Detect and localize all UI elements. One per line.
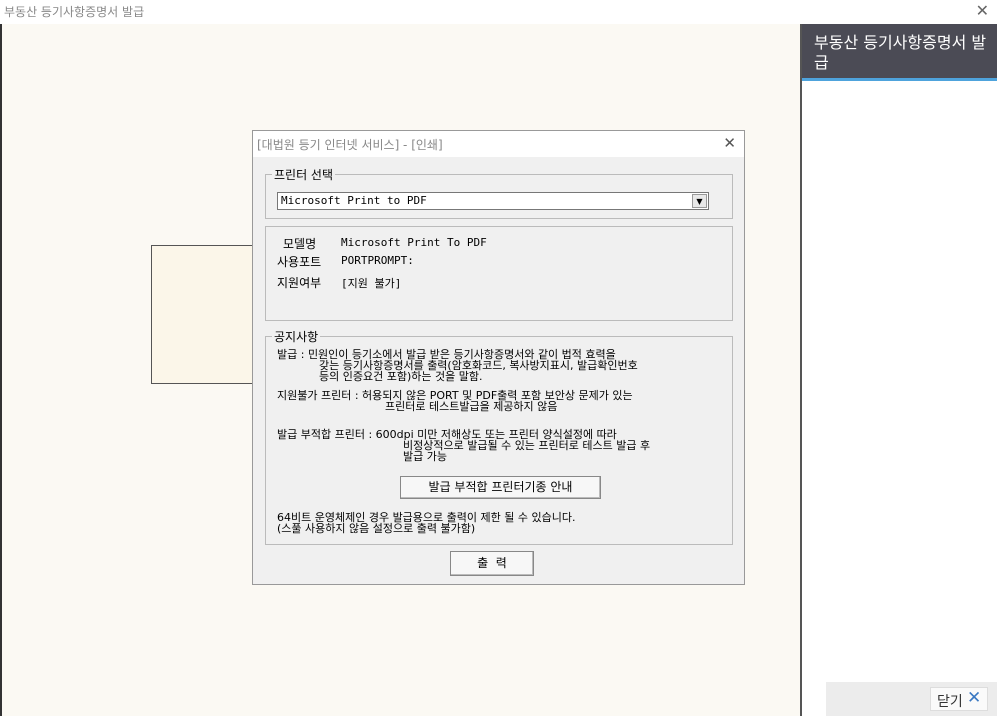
dialog-close-icon[interactable]: ✕	[723, 134, 736, 152]
printer-dropdown[interactable]: Microsoft Print to PDF ▼	[277, 192, 709, 210]
close-icon: ✕	[967, 688, 982, 708]
notice-unsuitable-line3: 발급 가능	[403, 450, 447, 463]
chevron-down-icon[interactable]: ▼	[692, 194, 707, 208]
document-preview-box	[151, 245, 253, 384]
dialog-titlebar: [대법원 등기 인터넷 서비스] - [인쇄] ✕	[253, 131, 744, 157]
side-panel-title: 부동산 등기사항증명서 발급	[814, 33, 987, 72]
port-value: PORTPROMPT:	[341, 254, 414, 267]
unsuitable-printer-guide-label: 발급 부적합 프린터기종 안내	[428, 480, 573, 494]
support-label: 지원여부	[277, 276, 322, 290]
side-panel-header: 부동산 등기사항증명서 발급	[802, 24, 997, 81]
window-titlebar: 부동산 등기사항증명서 발급 ✕	[0, 0, 997, 24]
printer-dropdown-value: Microsoft Print to PDF	[281, 194, 427, 207]
window-close-icon[interactable]: ✕	[976, 1, 989, 20]
print-button-label: 출 력	[477, 556, 507, 570]
printer-select-group: 프린터 선택 Microsoft Print to PDF ▼	[265, 166, 733, 219]
port-label: 사용포트	[277, 255, 322, 269]
support-value: [지원 불가]	[341, 277, 402, 290]
notice-issue-line3: 등의 인증요건 포함)하는 것을 말함.	[319, 370, 483, 383]
close-button-label: 닫기	[937, 694, 963, 710]
print-button[interactable]: 출 력	[450, 551, 534, 576]
model-label: 모델명	[283, 237, 317, 251]
print-dialog: [대법원 등기 인터넷 서비스] - [인쇄] ✕ 프린터 선택 Microso…	[252, 130, 745, 585]
close-button[interactable]: 닫기 ✕	[930, 687, 988, 711]
unsuitable-printer-guide-button[interactable]: 발급 부적합 프린터기종 안내	[400, 476, 601, 499]
notice-group: 공지사항 발급 : 민원인이 등기소에서 발급 받은 등기사항증명서와 같이 법…	[265, 328, 733, 545]
window-title: 부동산 등기사항증명서 발급	[4, 5, 145, 19]
notice-unsupported-line2: 프린터로 테스트발급을 제공하지 않음	[385, 400, 558, 413]
dialog-title: [대법원 등기 인터넷 서비스] - [인쇄]	[257, 138, 443, 152]
notice-legend: 공지사항	[272, 328, 321, 345]
notice-os-line2: (스풀 사용하지 않음 설정으로 출력 불가함)	[277, 522, 476, 535]
side-panel: 부동산 등기사항증명서 발급 닫기 ✕	[802, 24, 997, 716]
printer-select-legend: 프린터 선택	[272, 166, 336, 183]
model-value: Microsoft Print To PDF	[341, 236, 487, 249]
printer-info-group: 모델명 Microsoft Print To PDF 사용포트 PORTPROM…	[265, 226, 733, 321]
side-panel-footer: 닫기 ✕	[826, 682, 997, 716]
